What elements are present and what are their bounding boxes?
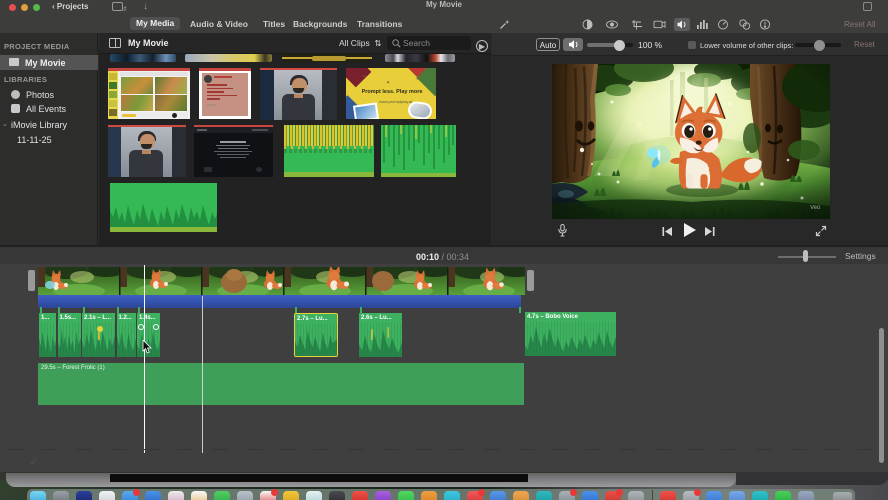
svg-text:Veo: Veo (810, 205, 821, 211)
